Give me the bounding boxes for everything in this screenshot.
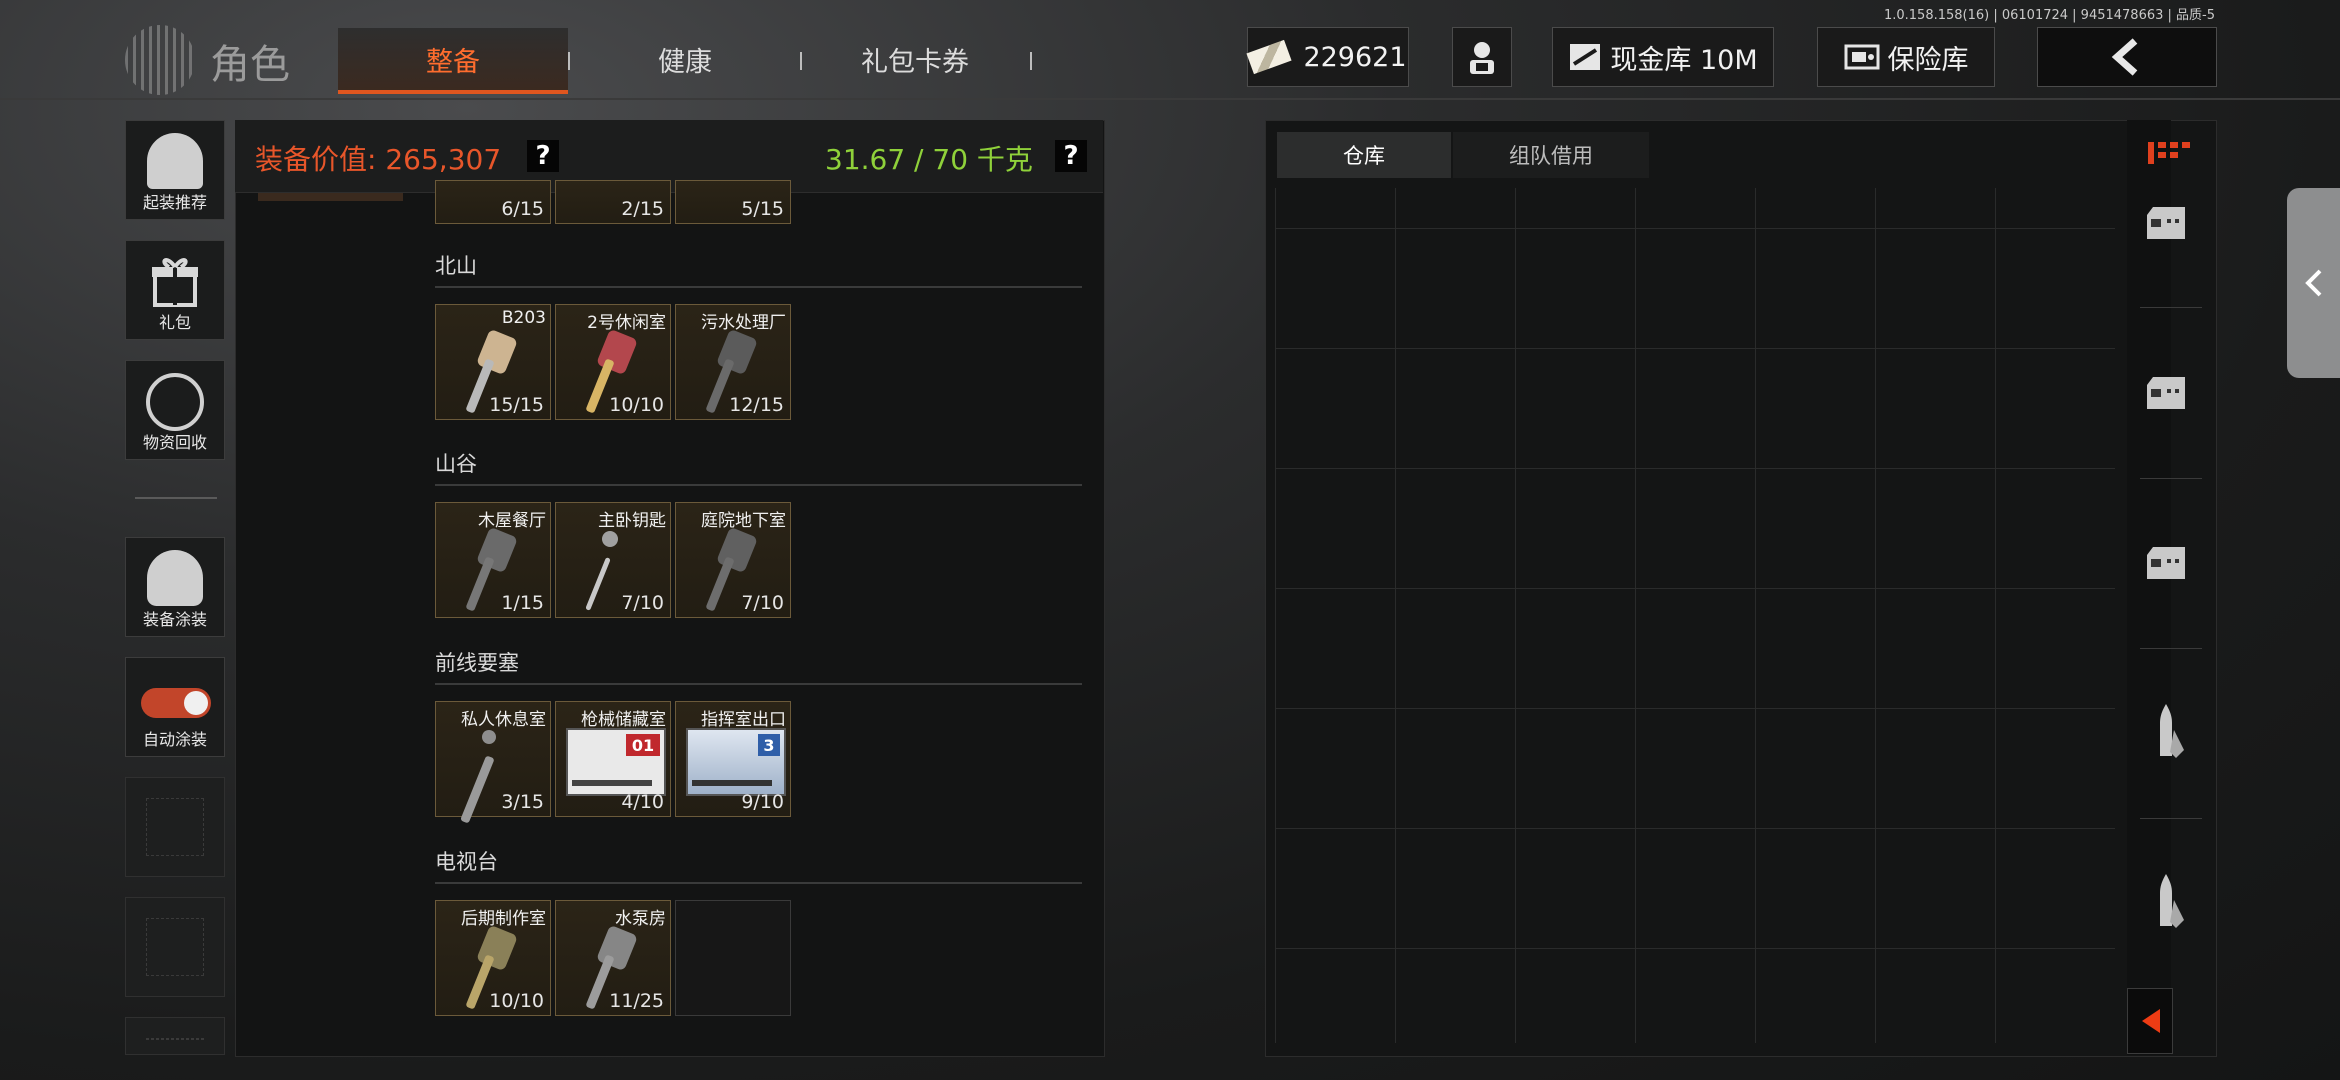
section-title-tv-station: 电视台: [435, 850, 498, 874]
tab-separator: [568, 52, 570, 70]
page-title: 角色: [210, 42, 290, 88]
section-divider: [435, 882, 1082, 884]
tab-health[interactable]: 健康: [590, 28, 780, 90]
cash-bundle-icon: [1246, 39, 1293, 75]
category-divider: [2140, 818, 2202, 819]
category-divider: [2140, 478, 2202, 479]
equipment-value: 265,307: [385, 143, 502, 176]
toggle-icon[interactable]: [141, 688, 211, 718]
nav-label: 装备涂装: [142, 610, 207, 629]
key-slot[interactable]: 2号休闲室 10/10: [555, 304, 671, 420]
key-slot[interactable]: 水泵房 11/25: [555, 900, 671, 1016]
category-divider: [2140, 648, 2202, 649]
key-slot[interactable]: 庭院地下室 7/10: [675, 502, 791, 618]
gift-icon: [152, 258, 198, 307]
currency-display[interactable]: 229621: [1246, 27, 1409, 87]
tab-separator: [800, 52, 802, 70]
key-slot[interactable]: 6/15: [435, 180, 551, 224]
section-title-frontline-fortress: 前线要塞: [435, 651, 519, 675]
weight-help-button[interactable]: ?: [1055, 140, 1087, 172]
empty-key-slot[interactable]: [675, 900, 791, 1016]
key-slot[interactable]: 5/15: [675, 180, 791, 224]
nav-label: 起装推荐: [142, 193, 207, 212]
ammo-icon[interactable]: [2152, 870, 2188, 934]
tab-gift-coupons[interactable]: 礼包卡券: [820, 28, 1010, 90]
vault-icon: [1570, 44, 1601, 70]
safe-icon: [1844, 44, 1879, 70]
safe-label: 保险库: [1887, 44, 1969, 76]
tab-team-borrow[interactable]: 组队借用: [1453, 132, 1649, 178]
nav-label: 物资回收: [142, 433, 207, 452]
keycard-icon: 3: [686, 728, 786, 796]
key-slot[interactable]: 私人休息室 3/15: [435, 701, 551, 824]
nav-label: 自动涂装: [142, 730, 207, 749]
tab-separator: [1030, 52, 1032, 70]
category-divider: [2140, 307, 2202, 308]
weight-readout: 31.67 / 70 千克: [825, 143, 1033, 176]
section-divider: [435, 683, 1082, 685]
game-logo-icon: [125, 25, 195, 95]
operator-button[interactable]: [1452, 27, 1512, 87]
back-arrow-icon: [2111, 38, 2138, 76]
gift-pack-button[interactable]: 礼包: [125, 240, 225, 340]
key-slot[interactable]: 木屋餐厅 1/15: [435, 502, 551, 618]
currency-value: 229621: [1303, 41, 1407, 73]
side-drawer-handle[interactable]: [2287, 188, 2340, 378]
auto-paint-button[interactable]: 自动涂装: [125, 657, 225, 757]
section-title-valley: 山谷: [435, 452, 477, 476]
version-text: 1.0.158.158(16) | 06101724 | 9451478663 …: [1883, 8, 2215, 23]
empty-nav-slot: [125, 1017, 225, 1055]
empty-nav-slot: [125, 897, 225, 997]
section-divider: [435, 484, 1082, 486]
section-divider: [435, 286, 1082, 288]
header-divider: [0, 98, 2340, 100]
chevron-left-icon: [2304, 269, 2321, 297]
crate-icon[interactable]: [2141, 375, 2191, 411]
back-button[interactable]: [2037, 27, 2217, 87]
equipment-value-label: 装备价值:: [255, 143, 377, 176]
spray-helmet-icon: [147, 550, 203, 606]
key-slot[interactable]: 污水处理厂 12/15: [675, 304, 791, 420]
key-slot[interactable]: 主卧钥匙 7/10: [555, 502, 671, 618]
collapse-arrow-icon: [2142, 1009, 2160, 1033]
key-slot[interactable]: 后期制作室 10/10: [435, 900, 551, 1016]
safe-button[interactable]: 保险库: [1817, 27, 1995, 87]
crate-icon[interactable]: [2141, 545, 2191, 581]
keycard-icon: 01: [566, 728, 666, 796]
cash-vault-button[interactable]: 现金库 10M: [1552, 27, 1774, 87]
crate-icon[interactable]: [2141, 205, 2191, 241]
empty-nav-slot: [125, 777, 225, 877]
helmet-grid-icon: [147, 133, 203, 189]
section-title-north-mountain: 北山: [435, 254, 477, 278]
key-icon: [599, 528, 621, 550]
nav-label: 礼包: [158, 313, 191, 332]
equipment-paint-button[interactable]: 装备涂装: [125, 537, 225, 637]
cash-vault-label: 现金库 10M: [1610, 44, 1758, 76]
storage-grid[interactable]: [1275, 188, 2115, 1043]
collapse-column-button[interactable]: [2127, 988, 2173, 1054]
key-icon: [479, 727, 499, 747]
equipment-value-help-button[interactable]: ?: [527, 140, 559, 172]
ammo-icon[interactable]: [2152, 700, 2188, 764]
tab-warehouse[interactable]: 仓库: [1277, 132, 1451, 178]
key-slot[interactable]: 2/15: [555, 180, 671, 224]
loadout-recommend-button[interactable]: 起装推荐: [125, 120, 225, 220]
supply-recycle-button[interactable]: 物资回收: [125, 360, 225, 460]
nav-divider: [135, 497, 217, 499]
keycard-slot[interactable]: 01 枪械储藏室 4/10: [555, 701, 671, 817]
tab-equipment[interactable]: 整备: [338, 28, 568, 94]
key-slot[interactable]: B203 15/15: [435, 304, 551, 420]
operator-icon: [1470, 42, 1494, 74]
grid-layout-icon[interactable]: [2146, 138, 2194, 168]
keycard-slot[interactable]: 3 指挥室出口 9/10: [675, 701, 791, 817]
recycle-icon: [146, 373, 204, 431]
scroll-indicator: [258, 193, 403, 201]
